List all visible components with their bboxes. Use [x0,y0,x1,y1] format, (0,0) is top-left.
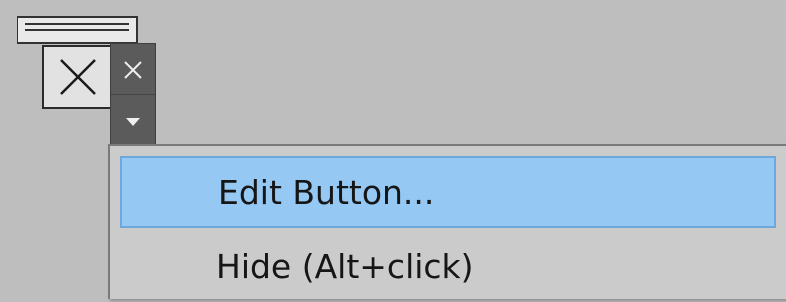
menu-item-hide[interactable]: Hide (Alt+click) [120,230,776,302]
menu-item-label: Hide (Alt+click) [216,246,474,286]
menu-item-edit-button[interactable]: Edit Button... [120,156,776,228]
remove-button-close-icon[interactable] [111,50,155,90]
context-menu: Edit Button... Hide (Alt+click) [108,144,786,299]
strip-divider [111,94,155,95]
dropdown-arrow-icon[interactable] [111,102,155,142]
menu-item-label: Edit Button... [218,172,435,212]
toolbar-area: Edit Button... Hide (Alt+click) [0,0,786,299]
close-window-icon[interactable] [42,45,112,109]
x-icon [60,59,96,95]
button-hover-controls [110,43,156,147]
